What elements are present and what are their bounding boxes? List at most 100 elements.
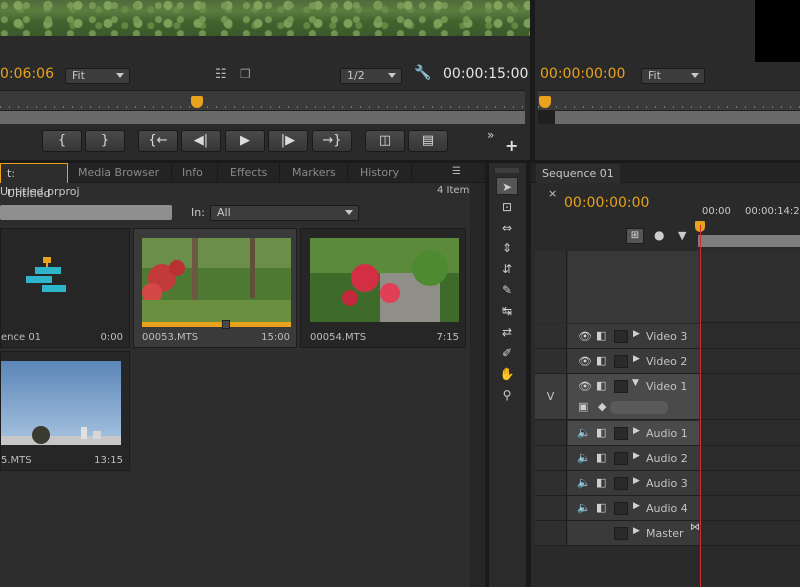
timeline-work-area-bar[interactable] xyxy=(698,235,800,247)
expand-track-icon[interactable]: ▶ xyxy=(633,451,640,461)
keyframe-navigator[interactable] xyxy=(610,401,668,414)
expand-track-icon[interactable]: ▶ xyxy=(633,501,640,511)
program-zoom-dropdown[interactable]: Fit xyxy=(641,68,705,84)
slide-tool-icon[interactable]: ⇄ xyxy=(496,323,518,341)
project-item-sequence[interactable]: ence 01 0:00 xyxy=(0,228,130,348)
film-icon[interactable]: ◧ xyxy=(596,426,606,439)
track-video-2[interactable]: 👁 ◧ ▶ Video 2 xyxy=(535,349,800,374)
lock-box[interactable] xyxy=(614,427,628,440)
hand-tool-icon[interactable]: ✋ xyxy=(496,365,518,383)
speaker-icon[interactable]: 🔈 xyxy=(577,426,591,439)
tab-project[interactable]: t: Untitled xyxy=(0,163,68,200)
speaker-icon[interactable]: 🔈 xyxy=(577,451,591,464)
expand-track-icon[interactable]: ▶ xyxy=(633,526,640,536)
zoom-tool-icon[interactable]: ⚲ xyxy=(496,386,518,404)
program-playhead[interactable] xyxy=(539,96,551,108)
expand-track-icon[interactable]: ▶ xyxy=(633,476,640,486)
source-playhead[interactable] xyxy=(191,96,203,108)
slip-tool-icon[interactable]: ↹ xyxy=(496,302,518,320)
play-button[interactable]: ▶ xyxy=(225,130,265,152)
track-select-tool-icon[interactable]: ⊡ xyxy=(496,198,518,216)
more-controls-icon[interactable]: » xyxy=(487,128,494,142)
pen-tool-icon[interactable]: ✐ xyxy=(496,344,518,362)
keyframe-icon[interactable]: ◆ xyxy=(598,400,606,413)
source-zoom-dropdown[interactable]: Fit xyxy=(65,68,130,84)
film-icon[interactable]: ◧ xyxy=(596,329,606,342)
mark-out-button[interactable]: } xyxy=(85,130,125,152)
lock-box[interactable] xyxy=(614,477,628,490)
overwrite-button[interactable]: ▤ xyxy=(408,130,448,152)
eye-icon[interactable]: 👁 xyxy=(578,355,592,368)
tab-sequence-01[interactable]: Sequence 01 × xyxy=(535,163,621,200)
source-current-timecode[interactable]: 0:06:06 xyxy=(0,66,54,82)
selection-tool-icon[interactable]: ➤ xyxy=(496,177,518,195)
eye-icon[interactable]: 👁 xyxy=(578,330,592,343)
clip-scrub-handle[interactable] xyxy=(222,320,230,329)
tab-info[interactable]: Info xyxy=(176,163,218,183)
lock-box[interactable] xyxy=(614,527,628,540)
track-height-icon[interactable]: ⋈ xyxy=(690,522,700,533)
track-master[interactable]: ▶ Master ⋈ xyxy=(535,521,800,546)
insert-button[interactable]: ◫ xyxy=(365,130,405,152)
lock-box[interactable] xyxy=(614,502,628,515)
step-back-button[interactable]: ◀| xyxy=(181,130,221,152)
film-icon[interactable]: ◧ xyxy=(596,451,606,464)
track-audio-3[interactable]: 🔈 ◧ ▶ Audio 3 xyxy=(535,471,800,496)
track-video-1[interactable]: V 👁 ◧ ▼ Video 1 ▣ ◆ xyxy=(535,374,800,420)
collapse-track-icon[interactable]: ▼ xyxy=(632,378,639,388)
panel-menu-icon[interactable]: ☰ xyxy=(452,166,461,177)
button-editor-add-icon[interactable]: + xyxy=(505,136,518,155)
expand-track-icon[interactable]: ▶ xyxy=(633,329,640,339)
timeline-ruler[interactable]: 00:00 00:00:14:2 xyxy=(698,203,800,221)
track-audio-4[interactable]: 🔈 ◧ ▶ Audio 4 xyxy=(535,496,800,521)
program-zoom-scrollbar[interactable] xyxy=(555,110,800,124)
mark-in-button[interactable]: { xyxy=(42,130,82,152)
snap-toggle-icon[interactable]: ⊞ xyxy=(626,228,644,244)
film-icon[interactable]: ◧ xyxy=(596,501,606,514)
track-video-3[interactable]: 👁 ◧ ▶ Video 3 xyxy=(535,324,800,349)
track-audio-1[interactable]: 🔈 ◧ ▶ Audio 1 xyxy=(535,421,800,446)
rate-stretch-tool-icon[interactable]: ⇵ xyxy=(496,260,518,278)
program-current-timecode[interactable]: 00:00:00:00 xyxy=(540,66,625,82)
razor-tool-icon[interactable]: ✎ xyxy=(496,281,518,299)
expand-track-icon[interactable]: ▶ xyxy=(633,354,640,364)
display-style-icon[interactable]: ▣ xyxy=(578,400,588,413)
project-item-00054[interactable]: 00054.MTS 7:15 xyxy=(300,228,466,348)
project-scrollbar[interactable] xyxy=(470,183,485,587)
track-audio-2[interactable]: 🔈 ◧ ▶ Audio 2 xyxy=(535,446,800,471)
lock-box[interactable] xyxy=(614,380,628,393)
program-time-ruler[interactable] xyxy=(538,90,800,110)
go-to-in-button[interactable]: {← xyxy=(138,130,178,152)
clip-scrub-bar[interactable] xyxy=(142,320,291,329)
ripple-edit-tool-icon[interactable]: ⇔ xyxy=(496,219,518,237)
resolution-dropdown[interactable]: 1/2 xyxy=(340,68,402,84)
timeline-timecode[interactable]: 00:00:00:00 xyxy=(564,195,649,211)
film-icon[interactable]: ◧ xyxy=(596,476,606,489)
source-time-ruler[interactable] xyxy=(0,90,525,110)
add-marker-lightbulb-icon[interactable]: ● xyxy=(654,228,664,242)
tab-media-browser[interactable]: Media Browser xyxy=(72,163,172,183)
project-item-clip-5[interactable]: 5.MTS 13:15 xyxy=(0,351,130,471)
wrench-icon[interactable]: 🔧 xyxy=(414,65,431,81)
export-frame-icon[interactable]: ☷ xyxy=(215,67,227,82)
tab-markers[interactable]: Markers xyxy=(286,163,348,183)
source-zoom-scrollbar[interactable] xyxy=(0,110,525,124)
eye-icon[interactable]: 👁 xyxy=(578,380,592,393)
speaker-icon[interactable]: 🔈 xyxy=(577,501,591,514)
video-target-label[interactable]: V xyxy=(547,390,555,403)
film-icon[interactable]: ◧ xyxy=(596,354,606,367)
lock-box[interactable] xyxy=(614,452,628,465)
marker-icon[interactable]: ▼ xyxy=(678,229,686,242)
lock-box[interactable] xyxy=(614,330,628,343)
film-icon[interactable]: ◧ xyxy=(596,379,606,392)
search-input[interactable] xyxy=(0,205,172,220)
expand-track-icon[interactable]: ▶ xyxy=(633,426,640,436)
tab-effects[interactable]: Effects xyxy=(224,163,280,183)
tab-history[interactable]: History xyxy=(354,163,412,183)
close-tab-icon[interactable]: × xyxy=(548,187,557,200)
rolling-edit-tool-icon[interactable]: ⇕ xyxy=(496,239,518,257)
step-forward-button[interactable]: |▶ xyxy=(268,130,308,152)
in-filter-dropdown[interactable]: All xyxy=(210,205,359,221)
project-item-00053[interactable]: 00053.MTS 15:00 xyxy=(133,228,297,348)
go-to-out-button[interactable]: →} xyxy=(312,130,352,152)
